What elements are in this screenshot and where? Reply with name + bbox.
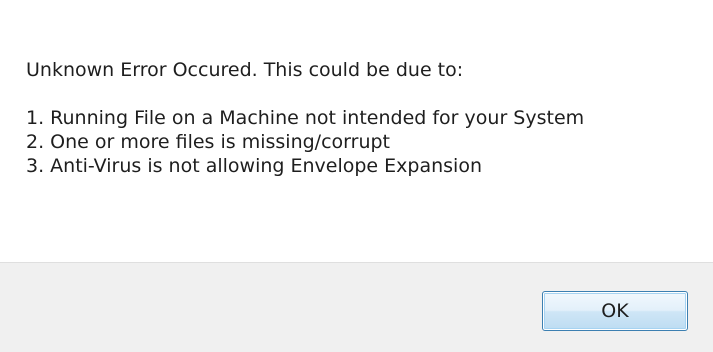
- message-area: Unknown Error Occured. This could be due…: [26, 58, 696, 178]
- ok-button[interactable]: OK: [542, 291, 688, 331]
- dialog-footer: OK: [0, 262, 713, 352]
- error-message-intro: Unknown Error Occured. This could be due…: [26, 59, 464, 81]
- error-reason-item: 3. Anti-Virus is not allowing Envelope E…: [26, 155, 482, 177]
- error-reason-item: 2. One or more files is missing/corrupt: [26, 131, 390, 153]
- error-reason-item: 1. Running File on a Machine not intende…: [26, 107, 585, 129]
- error-dialog: Unknown Error Occured. This could be due…: [0, 0, 713, 352]
- error-reasons-list: 1. Running File on a Machine not intende…: [26, 106, 696, 178]
